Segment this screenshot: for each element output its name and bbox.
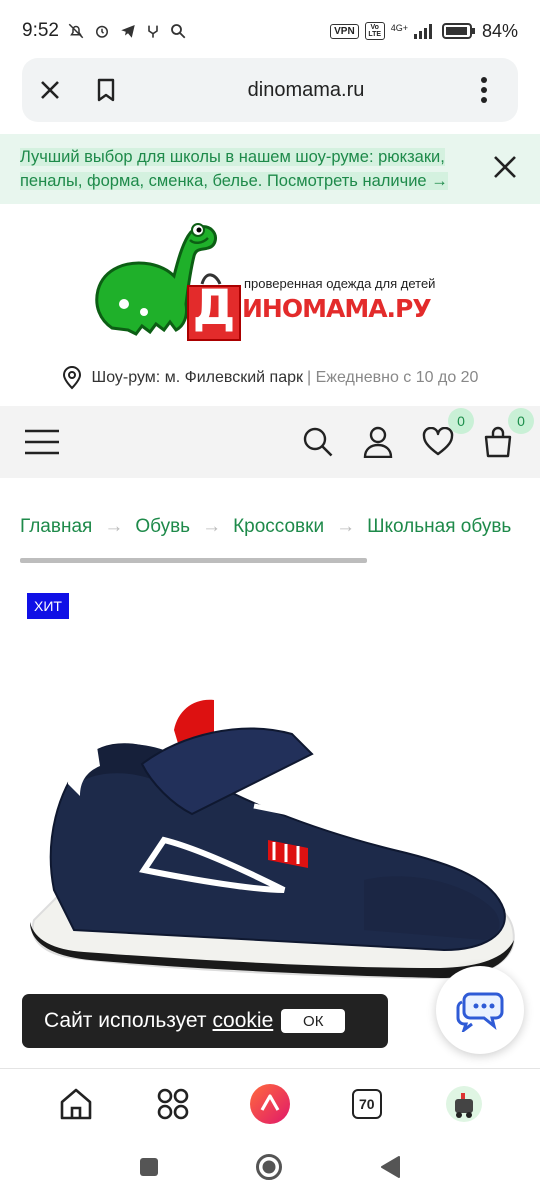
- promo-banner: Лучший выбор для школы в нашем шоу-руме:…: [0, 134, 540, 204]
- promo-link[interactable]: Лучший выбор для школы в нашем шоу-руме:…: [0, 145, 470, 193]
- promo-text[interactable]: Лучший выбор для школы в нашем шоу-руме:…: [20, 148, 448, 190]
- user-icon: [363, 426, 393, 458]
- site-logo[interactable]: Д проверенная одежда для детей иномама.р…: [94, 214, 454, 346]
- heart-icon: [422, 427, 454, 456]
- status-notification-icons: [67, 22, 187, 40]
- search-icon: [303, 427, 333, 457]
- site-header: 0 0: [0, 406, 540, 478]
- services-button[interactable]: [151, 1082, 195, 1126]
- status-bar: 9:52 VPN Vo LTE 4G+ 84%: [0, 0, 540, 62]
- tabs-button[interactable]: 70: [345, 1082, 389, 1126]
- close-icon: [494, 156, 516, 178]
- close-tab-button[interactable]: [22, 62, 78, 118]
- breadcrumb-home[interactable]: Главная: [20, 516, 92, 538]
- breadcrumb: Главная → Обувь → Кроссовки → Школьная о…: [20, 512, 540, 542]
- vpn-indicator: VPN: [330, 23, 359, 39]
- recents-button[interactable]: [139, 1157, 159, 1181]
- circle-icon: [256, 1154, 282, 1180]
- breadcrumb-shoes[interactable]: Обувь: [135, 516, 190, 538]
- profile-avatar-icon: [445, 1085, 482, 1122]
- showroom-hours: | Ежедневно с 10 до 20: [307, 369, 479, 386]
- home-button[interactable]: [54, 1082, 98, 1126]
- cookie-link[interactable]: cookie: [213, 1009, 274, 1033]
- pitchfork-icon: [148, 25, 158, 38]
- account-button[interactable]: [360, 424, 396, 460]
- breadcrumb-sneakers[interactable]: Кроссовки: [233, 516, 324, 538]
- grid-icon: [157, 1088, 189, 1119]
- shopping-bag-icon: [484, 426, 512, 458]
- browser-bottom-bar: 70: [0, 1068, 540, 1138]
- alarm-icon: [95, 25, 108, 38]
- showroom-info[interactable]: Шоу-рум: м. Филевский парк | Ежедневно с…: [0, 364, 540, 392]
- close-icon: [41, 81, 59, 99]
- breadcrumb-separator: →: [202, 516, 222, 537]
- system-navigation-bar: [0, 1138, 540, 1200]
- alice-assistant-button[interactable]: [248, 1082, 292, 1126]
- chat-button[interactable]: [436, 966, 524, 1054]
- breadcrumb-separator: →: [336, 516, 356, 537]
- more-vertical-icon: [481, 77, 487, 103]
- chat-bubbles-icon: [456, 992, 504, 1032]
- wishlist-button[interactable]: 0: [420, 408, 474, 460]
- cart-button[interactable]: 0: [480, 408, 534, 460]
- brand-letter: Д: [192, 280, 236, 336]
- status-time: 9:52: [22, 20, 59, 41]
- status-system-icons: VPN Vo LTE 4G+ 84%: [330, 21, 518, 42]
- logo-tagline: проверенная одежда для детей: [244, 276, 436, 291]
- header-actions: 0 0: [300, 408, 534, 460]
- browser-menu-button[interactable]: [456, 62, 512, 118]
- system-home-button[interactable]: [255, 1153, 283, 1185]
- hit-badge: ХИТ: [27, 593, 69, 619]
- cart-count-badge: 0: [508, 408, 534, 434]
- cookie-banner: Сайт использует cookie ОК: [22, 994, 388, 1048]
- profile-button[interactable]: [442, 1082, 486, 1126]
- back-button[interactable]: [379, 1155, 401, 1183]
- bookmark-icon: [97, 78, 115, 102]
- breadcrumb-school-shoes[interactable]: Школьная обувь: [367, 516, 511, 538]
- showroom-location[interactable]: Шоу-рум: м. Филевский парк: [92, 369, 303, 387]
- telegram-icon: [121, 25, 135, 38]
- search-button[interactable]: [300, 424, 336, 460]
- product-image[interactable]: [24, 690, 520, 1010]
- volte-indicator: Vo LTE: [364, 22, 385, 40]
- back-triangle-icon: [381, 1156, 400, 1178]
- alice-icon: [249, 1083, 290, 1124]
- tabs-count: 70: [351, 1088, 382, 1119]
- breadcrumb-separator: →: [104, 516, 124, 537]
- signal-icon: [413, 24, 432, 39]
- search-status-icon: [171, 24, 186, 39]
- battery-icon: [441, 23, 475, 39]
- menu-button[interactable]: [24, 424, 60, 460]
- location-pin-icon: [62, 366, 81, 390]
- square-icon: [140, 1158, 158, 1176]
- hamburger-icon: [25, 429, 59, 455]
- network-type: 4G+: [390, 22, 408, 33]
- cookie-ok-button[interactable]: ОК: [281, 1009, 346, 1033]
- battery-level: 84%: [481, 20, 518, 41]
- wishlist-count-badge: 0: [448, 408, 474, 434]
- bell-off-icon: [68, 23, 84, 39]
- home-icon: [61, 1088, 92, 1119]
- browser-address-bar: dinomama.ru: [22, 58, 518, 122]
- promo-close-button[interactable]: [492, 154, 518, 184]
- breadcrumb-scrollbar[interactable]: [20, 558, 367, 563]
- brand-name: иномама.ру: [242, 294, 432, 323]
- cookie-text: Сайт использует: [44, 1009, 207, 1032]
- bookmark-button[interactable]: [78, 62, 134, 118]
